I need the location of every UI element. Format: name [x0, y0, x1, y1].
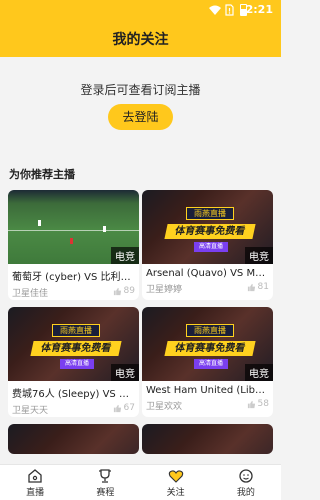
like-count: 67 — [113, 403, 135, 413]
anchor-name: 卫星佳佳 — [12, 289, 49, 299]
sim-icon — [225, 4, 234, 16]
promo-slogan: 体育赛事免费看 — [30, 341, 122, 356]
category-tag: 电竞 — [245, 247, 273, 264]
streamer-card[interactable]: 雨燕直播 体育赛事免费看 高清直播 电竞 费城76人 (Sleepy) VS B… — [8, 307, 139, 417]
promo-sub: 高清直播 — [194, 359, 228, 369]
anchor-name: 卫星天天 — [12, 406, 49, 416]
pitch-line — [8, 230, 139, 231]
promo-brand: 雨燕直播 — [186, 324, 234, 337]
status-bar: 2:21 — [0, 0, 281, 20]
tab-label: 直播 — [26, 487, 45, 498]
thumbs-up-icon — [113, 404, 121, 412]
smile-icon — [239, 468, 253, 483]
stream-thumbnail: 电竞 — [8, 190, 139, 264]
thumbs-up-icon — [247, 283, 255, 291]
promo-sub: 高清直播 — [60, 359, 94, 369]
like-count-value: 67 — [123, 403, 135, 413]
player-dot — [103, 226, 106, 232]
trophy-icon — [99, 468, 112, 483]
promo-sub: 高清直播 — [194, 242, 228, 252]
stream-thumbnail — [142, 424, 273, 454]
stream-title: 葡萄牙 (cyber) VS 比利时 (… — [12, 272, 139, 283]
tab-label: 我的 — [236, 487, 255, 498]
like-count: 58 — [247, 399, 269, 409]
stream-title: Arsenal (Quavo) VS Manc… — [146, 268, 273, 279]
tab-schedule[interactable]: 赛程 — [70, 465, 140, 500]
promo-slogan: 体育赛事免费看 — [164, 224, 256, 239]
stream-thumbnail: 雨燕直播 体育赛事免费看 高清直播 电竞 — [8, 307, 139, 381]
promo-brand: 雨燕直播 — [186, 207, 234, 220]
streamer-card[interactable]: 雨燕直播 体育赛事免费看 高清直播 电竞 Arsenal (Quavo) VS … — [142, 190, 273, 300]
tab-follow[interactable]: 关注 — [141, 465, 211, 500]
tab-me[interactable]: 我的 — [211, 465, 281, 500]
home-icon — [28, 468, 42, 483]
streamer-card[interactable] — [8, 424, 139, 454]
page-title: 我的关注 — [112, 31, 169, 48]
tab-live[interactable]: 直播 — [0, 465, 70, 500]
promo-slogan: 体育赛事免费看 — [164, 341, 256, 356]
anchor-name: 卫星婷婷 — [146, 285, 183, 295]
tab-label: 关注 — [166, 487, 185, 498]
login-prompt: 登录后可查看订阅主播 — [80, 83, 201, 97]
like-count: 89 — [113, 286, 135, 296]
like-count-value: 81 — [257, 282, 269, 292]
stream-thumbnail — [8, 424, 139, 454]
wifi-icon — [209, 5, 221, 15]
promo-brand: 雨燕直播 — [52, 324, 100, 337]
player-dot — [70, 238, 73, 244]
stream-thumbnail: 雨燕直播 体育赛事免费看 高清直播 电竞 — [142, 190, 273, 264]
category-tag: 电竞 — [111, 364, 139, 381]
login-panel: 登录后可查看订阅主播 去登陆 — [0, 57, 281, 153]
tab-label: 赛程 — [96, 487, 115, 498]
player-dot — [38, 220, 41, 226]
anchor-name: 卫星欢欢 — [146, 402, 183, 412]
app-header: 我的关注 — [0, 20, 281, 57]
streamer-card[interactable]: 雨燕直播 体育赛事免费看 高清直播 电竞 West Ham United (Li… — [142, 307, 273, 417]
streamer-card[interactable]: 电竞 葡萄牙 (cyber) VS 比利时 (… 卫星佳佳 89 — [8, 190, 139, 300]
stream-title: 费城76人 (Sleepy) VS Bro… — [12, 389, 139, 400]
status-time: 2:21 — [245, 3, 273, 16]
heart-icon — [168, 469, 183, 483]
category-tag: 电竞 — [111, 247, 139, 264]
like-count: 81 — [247, 282, 269, 292]
stream-title: West Ham United (Libra) … — [146, 385, 273, 396]
thumbs-up-icon — [113, 287, 121, 295]
like-count-value: 58 — [257, 399, 269, 409]
category-tag: 电竞 — [245, 364, 273, 381]
streamer-card[interactable] — [142, 424, 273, 454]
like-count-value: 89 — [123, 286, 135, 296]
thumbs-up-icon — [247, 400, 255, 408]
bottom-tab-bar: 直播 赛程 关注 我的 — [0, 464, 281, 500]
stream-thumbnail: 雨燕直播 体育赛事免费看 高清直播 电竞 — [142, 307, 273, 381]
login-button[interactable]: 去登陆 — [108, 104, 173, 130]
section-title: 为你推荐主播 — [9, 168, 75, 181]
